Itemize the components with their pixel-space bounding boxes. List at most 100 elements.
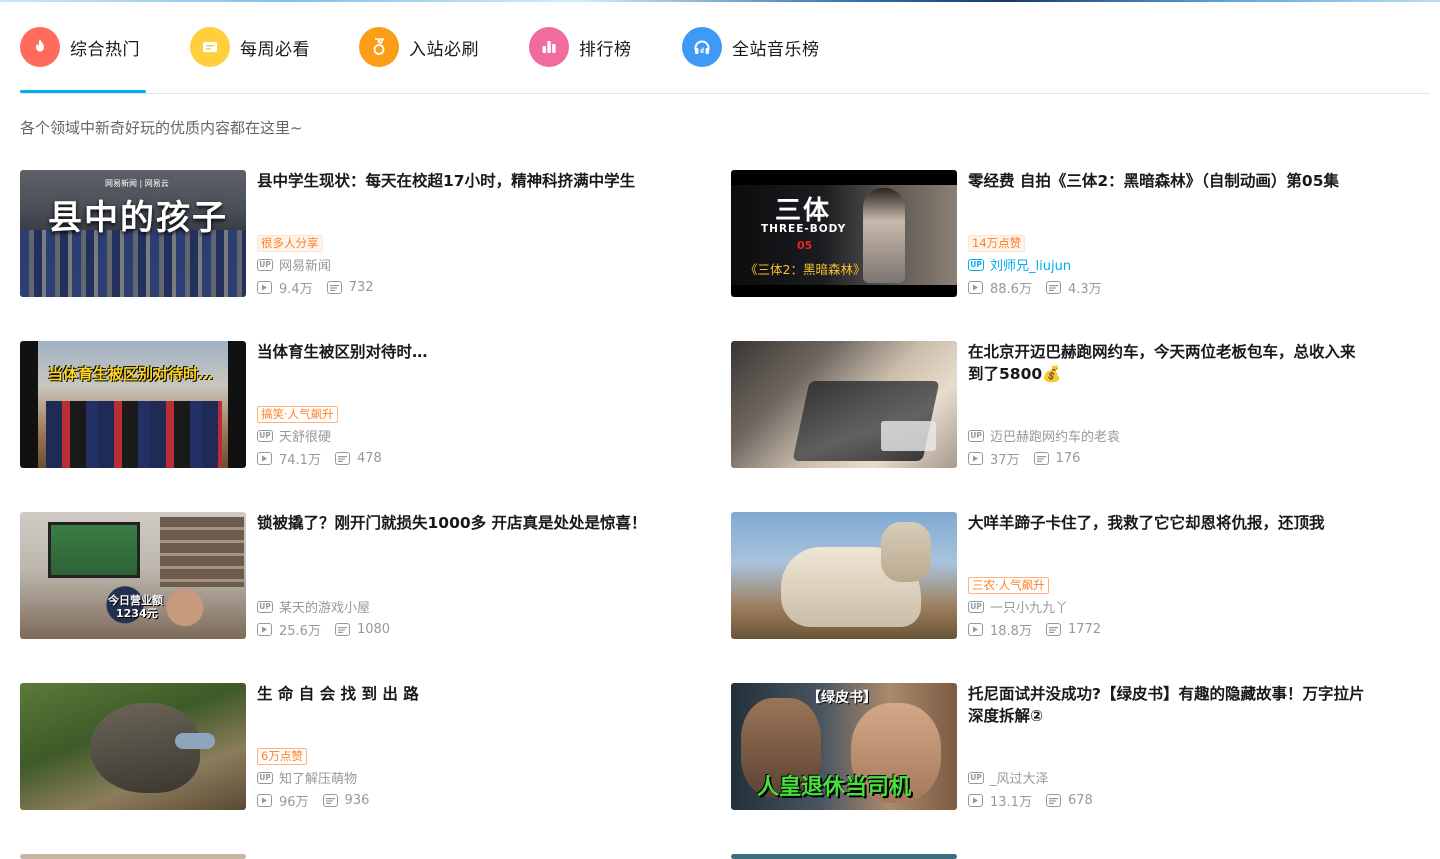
- medal-icon: [359, 27, 399, 67]
- video-badge: 6万点赞: [257, 748, 307, 765]
- thumbnail-episode: 05: [797, 239, 813, 252]
- video-card[interactable]: 生 命 自 会 找 到 出 路 6万点赞 UP 知了解压萌物 96万 936: [20, 683, 710, 811]
- video-thumbnail[interactable]: [20, 854, 246, 859]
- thumbnail-subtitle: 1234元: [116, 607, 158, 620]
- thumbnail-caption: 《三体2：黑暗森林》: [745, 262, 866, 277]
- tab-label: 每周必看: [240, 39, 310, 60]
- video-badge: 很多人分享: [257, 235, 323, 252]
- danmaku-icon: [334, 623, 350, 636]
- play-count-icon: [968, 623, 983, 636]
- video-title[interactable]: 大咩羊蹄子卡住了，我救了它它却恩将仇报，还顶我: [968, 512, 1368, 534]
- tab-hot[interactable]: 综合热门: [20, 26, 140, 68]
- view-count: 88.6万: [990, 282, 1032, 297]
- danmaku-count: 4.3万: [1067, 282, 1102, 297]
- video-card[interactable]: 在北京开迈巴赫跑网约车，今天两位老板包车，总收入来到了5800💰 UP 迈巴赫跑网…: [731, 341, 1421, 469]
- video-author[interactable]: _风过大泽: [990, 768, 1049, 787]
- play-count-icon: [257, 452, 272, 465]
- video-thumbnail[interactable]: [731, 341, 957, 468]
- video-title[interactable]: 零经费 自拍《三体2：黑暗森林》（自制动画）第05集: [968, 170, 1368, 192]
- danmaku-icon: [326, 281, 342, 294]
- video-author[interactable]: 知了解压萌物: [279, 768, 357, 787]
- danmaku-count: 678: [1067, 793, 1093, 808]
- video-author[interactable]: 网易新闻: [279, 255, 331, 274]
- top-gradient-line: [0, 0, 1440, 2]
- bar-chart-icon: [529, 27, 569, 67]
- play-count-icon: [257, 623, 272, 636]
- ticket-icon: [190, 27, 230, 67]
- video-title[interactable]: 托尼面试并没成功?【绿皮书】有趣的隐藏故事！万字拉片深度拆解②: [968, 683, 1368, 727]
- video-card[interactable]: 网易新闻 | 网易云 县中的孩子 县中学生现状：每天在校超17小时，精神科挤满中…: [20, 170, 710, 298]
- danmaku-icon: [322, 794, 338, 807]
- thumbnail-title: 当体育生被区别对待时…: [48, 365, 214, 383]
- video-author[interactable]: 刘师兄_liujun: [990, 255, 1071, 274]
- up-icon: UP: [968, 258, 984, 271]
- video-author[interactable]: 一只小九九丫: [990, 597, 1068, 616]
- play-count-icon: [968, 452, 983, 465]
- tab-ranking[interactable]: 排行榜: [529, 26, 632, 68]
- danmaku-count: 478: [356, 451, 382, 466]
- video-thumbnail[interactable]: [731, 854, 957, 859]
- danmaku-count: 936: [344, 793, 370, 808]
- tab-label: 全站音乐榜: [732, 39, 820, 60]
- thumbnail-subtitle: 人皇退休当司机: [757, 775, 912, 800]
- video-title[interactable]: 在北京开迈巴赫跑网约车，今天两位老板包车，总收入来到了5800💰: [968, 341, 1368, 385]
- play-count-icon: [257, 794, 272, 807]
- view-count: 96万: [279, 795, 309, 810]
- video-title[interactable]: 生 命 自 会 找 到 出 路: [257, 683, 657, 705]
- video-thumbnail[interactable]: 今日营业额 1234元: [20, 512, 246, 639]
- video-author[interactable]: 某天的游戏小屋: [279, 597, 370, 616]
- danmaku-icon: [1045, 794, 1061, 807]
- tab-must-see[interactable]: 入站必刷: [359, 26, 479, 68]
- play-count-icon: [968, 794, 983, 807]
- video-title[interactable]: 锁被撬了？刚开门就损失1000多 开店真是处处是惊喜！: [257, 512, 657, 534]
- thumbnail-title: 县中的孩子: [48, 198, 228, 238]
- video-card[interactable]: 三体 THREE-BODY 05 《三体2：黑暗森林》 零经费 自拍《三体2：黑…: [731, 170, 1421, 298]
- video-title[interactable]: 县中学生现状：每天在校超17小时，精神科挤满中学生: [257, 170, 657, 192]
- video-card[interactable]: 今日营业额 1234元 锁被撬了？刚开门就损失1000多 开店真是处处是惊喜！ …: [20, 512, 710, 640]
- section-subtitle: 各个领域中新奇好玩的优质内容都在这里~: [20, 119, 303, 137]
- danmaku-icon: [334, 452, 350, 465]
- danmaku-icon: [1045, 623, 1061, 636]
- video-badge: 三农·人气飙升: [968, 577, 1049, 594]
- danmaku-icon: [1033, 452, 1049, 465]
- view-count: 25.6万: [279, 624, 321, 639]
- up-icon: UP: [257, 771, 273, 784]
- video-thumbnail[interactable]: 三体 THREE-BODY 05 《三体2：黑暗森林》: [731, 170, 957, 297]
- view-count: 37万: [990, 453, 1020, 468]
- video-thumbnail[interactable]: [20, 683, 246, 810]
- video-thumbnail[interactable]: 【绿皮书】 人皇退休当司机: [731, 683, 957, 810]
- play-count-icon: [968, 281, 983, 294]
- flame-icon: [20, 27, 60, 67]
- thumbnail-subtitle: THREE-BODY: [761, 223, 847, 235]
- up-icon: UP: [968, 429, 984, 442]
- up-icon: UP: [968, 771, 984, 784]
- video-badge: 14万点赞: [968, 235, 1026, 252]
- category-tabs: 综合热门 每周必看 入站必刷 排行榜 全站音乐榜: [20, 22, 1430, 94]
- video-title[interactable]: 当体育生被区别对待时…: [257, 341, 657, 363]
- headphones-icon: [682, 27, 722, 67]
- danmaku-count: 1080: [356, 622, 391, 637]
- danmaku-count: 732: [348, 280, 374, 295]
- video-thumbnail[interactable]: 当体育生被区别对待时…: [20, 341, 246, 468]
- video-thumbnail[interactable]: 网易新闻 | 网易云 县中的孩子: [20, 170, 246, 297]
- video-author[interactable]: 迈巴赫跑网约车的老袁: [990, 426, 1120, 445]
- view-count: 13.1万: [990, 795, 1032, 810]
- tab-label: 入站必刷: [409, 39, 479, 60]
- tab-label: 排行榜: [579, 39, 632, 60]
- video-card[interactable]: 大咩羊蹄子卡住了，我救了它它却恩将仇报，还顶我 三农·人气飙升 UP 一只小九九丫…: [731, 512, 1421, 640]
- video-badge: 搞笑·人气飙升: [257, 406, 338, 423]
- video-author[interactable]: 天舒很硬: [279, 426, 331, 445]
- danmaku-count: 176: [1055, 451, 1081, 466]
- video-thumbnail[interactable]: [731, 512, 957, 639]
- thumbnail-brand: 网易新闻 | 网易云: [105, 179, 169, 188]
- view-count: 18.8万: [990, 624, 1032, 639]
- video-card[interactable]: 当体育生被区别对待时… 当体育生被区别对待时… 搞笑·人气飙升 UP 天舒很硬 7…: [20, 341, 710, 469]
- up-icon: UP: [257, 600, 273, 613]
- play-count-icon: [257, 281, 272, 294]
- danmaku-count: 1772: [1067, 622, 1102, 637]
- video-card[interactable]: 【绿皮书】 人皇退休当司机 托尼面试并没成功?【绿皮书】有趣的隐藏故事！万字拉片…: [731, 683, 1421, 811]
- tab-weekly[interactable]: 每周必看: [190, 26, 310, 68]
- tab-label: 综合热门: [70, 39, 140, 60]
- thumbnail-title: 【绿皮书】: [807, 690, 877, 706]
- tab-music[interactable]: 全站音乐榜: [682, 26, 820, 68]
